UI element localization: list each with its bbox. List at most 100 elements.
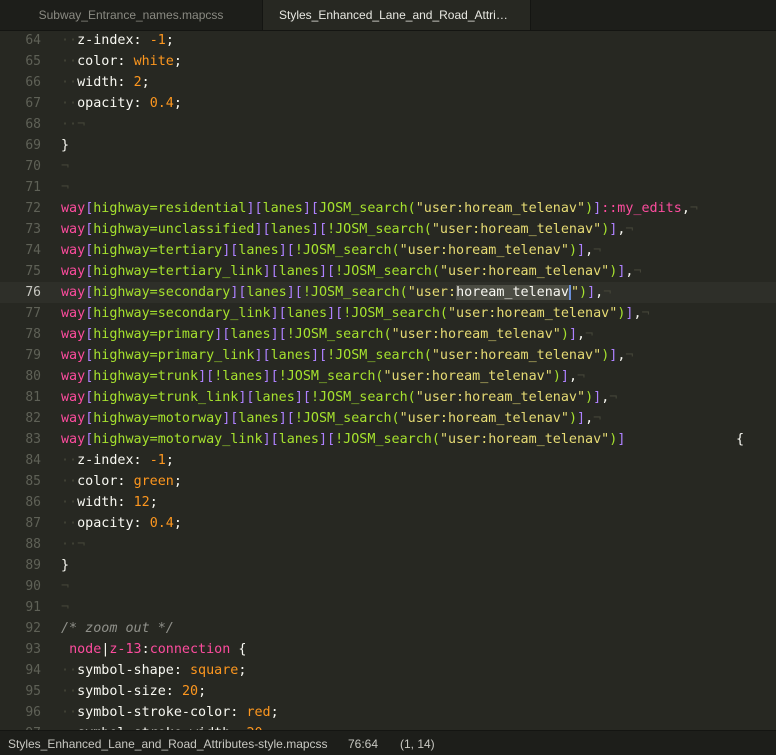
- code-line[interactable]: 83 way[highway=motorway_link][lanes][!JOS…: [0, 429, 776, 450]
- code-line[interactable]: 85 ··color: green;: [0, 471, 776, 492]
- code-token: ··: [61, 705, 78, 720]
- code-token: way: [61, 306, 86, 321]
- code-line[interactable]: 95 ··symbol-size: 20;: [0, 681, 776, 702]
- code-line[interactable]: 97 ··symbol-stroke-width: 20;: [0, 723, 776, 730]
- code-line[interactable]: 94 ··symbol-shape: square;: [0, 660, 776, 681]
- code-token: "user:hoream_telenav": [415, 201, 586, 216]
- line-number: 97: [0, 723, 41, 730]
- code-line[interactable]: 76 way[highway=secondary][lanes][!JOSM_se…: [0, 282, 776, 303]
- line-number: 77: [25, 306, 41, 321]
- code-token: ··¬: [61, 537, 86, 552]
- code-line[interactable]: 64 ··z-index: -1;: [0, 30, 776, 51]
- code-token: ,: [568, 369, 577, 384]
- code-token: highway=motorway_link: [93, 432, 263, 447]
- code-token: way: [61, 327, 86, 342]
- code-token: ][: [286, 285, 303, 300]
- code-token: ;: [141, 75, 150, 90]
- code-token: ][: [270, 327, 287, 342]
- code-token: way: [61, 264, 86, 279]
- code-token: ;: [238, 663, 247, 678]
- code-token: !JOSM_search(: [327, 348, 432, 363]
- code-token: highway=residential: [93, 201, 247, 216]
- line-number: 69: [25, 138, 41, 153]
- code-line[interactable]: 77 way[highway=secondary_link][lanes][!JO…: [0, 303, 776, 324]
- code-token: ;: [173, 96, 182, 111]
- code-line[interactable]: 91 ¬: [0, 597, 776, 618]
- code-line[interactable]: 82 way[highway=motorway][lanes][!JOSM_sea…: [0, 408, 776, 429]
- code-token: ][: [222, 411, 239, 426]
- code-line[interactable]: 74 way[highway=tertiary][lanes][!JOSM_sea…: [0, 240, 776, 261]
- code-line[interactable]: 79 way[highway=primary_link][lanes][!JOSM…: [0, 345, 776, 366]
- code-line[interactable]: 67 ··opacity: 0.4;: [0, 93, 776, 114]
- code-token: ¬: [593, 243, 602, 258]
- code-token: ,: [633, 306, 642, 321]
- code-line[interactable]: 78 way[highway=primary][lanes][!JOSM_sear…: [0, 324, 776, 345]
- status-bar: Styles_Enhanced_Lane_and_Road_Attributes…: [0, 730, 776, 755]
- code-line[interactable]: 89}: [0, 555, 776, 576]
- tab-styles-enhanced[interactable]: Styles_Enhanced_Lane_and_Road_Attribut..…: [263, 0, 531, 30]
- line-number: 81: [25, 390, 41, 405]
- code-token: lanes: [230, 327, 271, 342]
- code-token: ¬: [61, 180, 70, 195]
- code-token: "user:hoream_telenav": [431, 348, 602, 363]
- code-line[interactable]: 65 ··color: white;: [0, 51, 776, 72]
- code-token: way: [61, 390, 86, 405]
- code-token: highway=tertiary_link: [93, 264, 263, 279]
- code-text: way[highway=secondary_link][lanes][!JOSM…: [61, 303, 650, 324]
- code-token: ][: [278, 411, 295, 426]
- code-line[interactable]: 72 way[highway=residential][lanes][JOSM_s…: [0, 198, 776, 219]
- code-token: way: [61, 222, 86, 237]
- line-number: 95: [25, 684, 41, 699]
- code-token: ,: [681, 201, 690, 216]
- code-token: !JOSM_search(: [310, 390, 416, 405]
- line-number: 84: [25, 453, 41, 468]
- code-token: ): [585, 390, 594, 405]
- code-token: connection: [149, 642, 231, 657]
- code-text: ··opacity: 0.4;: [61, 93, 182, 114]
- code-token: JOSM_search(: [319, 201, 416, 216]
- code-line[interactable]: 96 ··symbol-stroke-color: red;: [0, 702, 776, 723]
- code-line[interactable]: 92 /* zoom out */: [0, 618, 776, 639]
- line-number: 85: [25, 474, 41, 489]
- code-token: ··: [61, 663, 78, 678]
- code-token: ]: [560, 369, 569, 384]
- code-line[interactable]: 93 node|z-13:connection {: [0, 639, 776, 660]
- code-line[interactable]: 68 ··¬: [0, 114, 776, 135]
- code-token: !JOSM_search(: [335, 264, 440, 279]
- code-token: ]: [593, 390, 602, 405]
- code-line[interactable]: 84 ··z-index: -1;: [0, 450, 776, 471]
- code-line[interactable]: 81 way[highway=trunk_link][lanes][!JOSM_s…: [0, 387, 776, 408]
- line-number: 82: [25, 411, 41, 426]
- code-token: ]: [593, 201, 602, 216]
- code-token: "user:hoream_telenav": [399, 411, 569, 426]
- code-line[interactable]: 80 way[highway=trunk][!lanes][!JOSM_searc…: [0, 366, 776, 387]
- code-line[interactable]: 87 ··opacity: 0.4;: [0, 513, 776, 534]
- code-line[interactable]: 71 ¬: [0, 177, 776, 198]
- code-line[interactable]: 88 ··¬: [0, 534, 776, 555]
- code-token: -1: [149, 453, 166, 468]
- code-line[interactable]: 69}: [0, 135, 776, 156]
- code-line[interactable]: 90 ¬: [0, 576, 776, 597]
- status-cursor-position[interactable]: 76:64: [348, 737, 400, 751]
- line-number: 76: [25, 285, 41, 300]
- status-selection-count[interactable]: (1, 14): [400, 737, 460, 751]
- code-line[interactable]: 73 way[highway=unclassified][lanes][!JOSM…: [0, 219, 776, 240]
- line-number: 88: [25, 537, 41, 552]
- tab-subway-entrance[interactable]: Subway_Entrance_names.mapcss: [0, 0, 263, 30]
- code-line[interactable]: 70 ¬: [0, 156, 776, 177]
- code-line[interactable]: 75 way[highway=tertiary_link][lanes][!JOS…: [0, 261, 776, 282]
- line-number: 66: [25, 75, 41, 90]
- code-token: ): [585, 201, 594, 216]
- line-number: 71: [25, 180, 41, 195]
- code-line[interactable]: 66 ··width: 2;: [0, 72, 776, 93]
- code-text: way[highway=primary][lanes][!JOSM_search…: [61, 324, 593, 345]
- code-token: z-index:: [77, 33, 150, 48]
- code-line[interactable]: 86 ··width: 12;: [0, 492, 776, 513]
- code-token: ··: [61, 516, 78, 531]
- code-token: !lanes: [214, 369, 263, 384]
- code-text: way[highway=secondary][lanes][!JOSM_sear…: [61, 282, 611, 303]
- code-editor[interactable]: 64 ··z-index: -1; 65 ··color: white; 66 ··wid…: [0, 30, 776, 730]
- code-token: ,: [577, 327, 586, 342]
- code-token: lanes: [278, 432, 319, 447]
- status-file-path[interactable]: Styles_Enhanced_Lane_and_Road_Attributes…: [0, 737, 348, 751]
